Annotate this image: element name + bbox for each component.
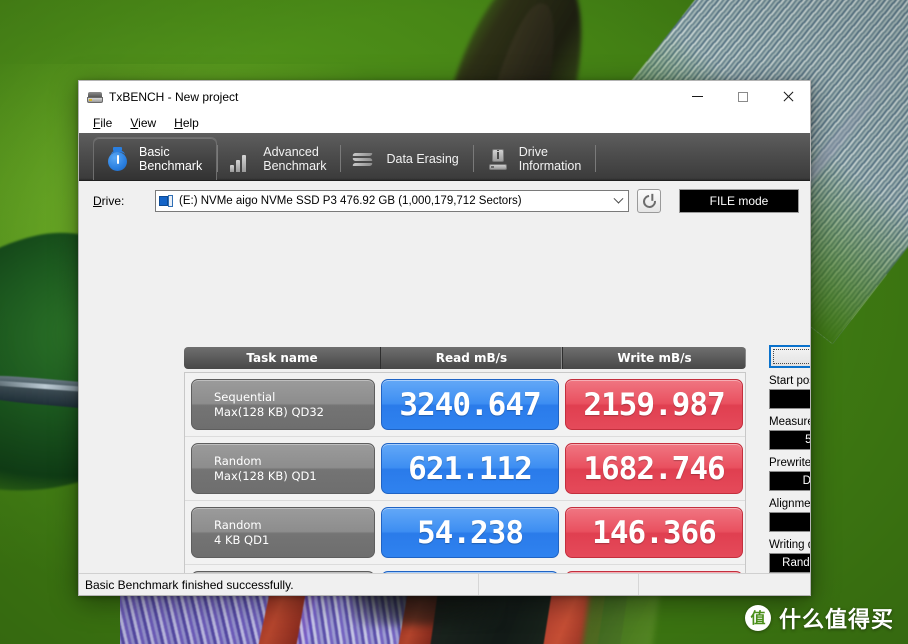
menu-help-rest: elp: [182, 115, 199, 130]
drive-label-rest: rive:: [101, 194, 125, 208]
measurement-size-value[interactable]: 512 MB: [769, 430, 810, 450]
window-title: TxBENCH - New project: [109, 89, 239, 104]
task-line-2: Max(128 KB) QD1: [214, 468, 317, 483]
results-body: Sequential Max(128 KB) QD32 3240.647 215…: [184, 372, 746, 595]
zigzag-erase-icon: [352, 146, 377, 172]
read-value-cell: 621.112: [381, 443, 559, 494]
task-line-1: Sequential: [214, 390, 276, 405]
task-name-cell: Random 4 KB QD1: [191, 507, 375, 558]
tab-drive-information[interactable]: Drive Information: [474, 137, 596, 180]
refresh-button[interactable]: [637, 189, 661, 213]
tab-advanced-benchmark[interactable]: Advanced Benchmark: [218, 137, 340, 180]
menu-item-file[interactable]: File: [85, 115, 120, 131]
start-button[interactable]: Start: [769, 345, 810, 368]
status-pane-3: [639, 574, 810, 595]
status-message: Basic Benchmark finished successfully.: [79, 574, 479, 595]
measurement-size-label: Measurement size:: [769, 416, 810, 428]
tab-data-erasing-label: Data Erasing: [386, 151, 459, 166]
menu-item-help[interactable]: Help: [166, 115, 207, 131]
watermark-logo: 值: [744, 605, 771, 631]
close-button[interactable]: [765, 82, 810, 112]
task-name-cell: Random Max(128 KB) QD1: [191, 443, 375, 494]
minimize-icon: [692, 96, 703, 97]
task-line-1: Random: [214, 454, 262, 469]
side-panel: Start Start position: 0 MB Measurement s…: [769, 345, 811, 595]
table-row: Sequential Max(128 KB) QD32 3240.647 215…: [185, 373, 745, 437]
tab-separator-4: [595, 145, 597, 172]
tab-basic-benchmark[interactable]: Basic Benchmark: [93, 137, 218, 180]
status-bar: Basic Benchmark finished successfully.: [79, 573, 810, 595]
tab-data-erasing[interactable]: Data Erasing: [341, 137, 472, 180]
start-position-label: Start position:: [769, 375, 810, 387]
tab-strip: Basic Benchmark Advanced Benchmark Data …: [79, 133, 810, 181]
column-header-task-name: Task name: [246, 351, 318, 365]
maximize-icon: [737, 91, 748, 102]
menu-item-view[interactable]: View: [122, 115, 164, 131]
bar-chart-icon: [230, 146, 254, 172]
stopwatch-icon: [106, 146, 130, 172]
watermark: 值 什么值得买: [744, 602, 894, 634]
window-body: Drive: (E:) NVMe aigo NVMe SSD P3 476.92…: [79, 181, 810, 595]
tab-drive-information-label: Drive Information: [518, 144, 582, 173]
writing-data-value[interactable]: Random number: [769, 553, 810, 573]
refresh-icon: [639, 191, 659, 211]
drive-info-icon: [486, 146, 510, 172]
drive-select-value: (E:) NVMe aigo NVMe SSD P3 476.92 GB (1,…: [179, 195, 522, 207]
drive-select[interactable]: (E:) NVMe aigo NVMe SSD P3 476.92 GB (1,…: [155, 190, 629, 212]
close-icon: [782, 91, 793, 102]
chevron-down-icon[interactable]: [613, 191, 624, 211]
alignment-label: Alignment:: [769, 498, 811, 510]
title-bar: TxBENCH - New project: [79, 81, 810, 112]
tab-basic-benchmark-label: Basic Benchmark: [139, 145, 203, 173]
results-table: Task name Read mB/s Write mB/s Sequentia…: [184, 347, 746, 595]
prewrite-value[interactable]: Disabled: [769, 471, 810, 491]
task-line-2: 4 KB QD1: [214, 532, 270, 547]
tab-advanced-benchmark-label: Advanced Benchmark: [263, 144, 327, 173]
write-value-cell: 146.366: [565, 507, 743, 558]
prewrite-label: Prewrite:: [769, 457, 811, 469]
app-drive-icon: [87, 89, 103, 105]
write-value-cell: 1682.746: [565, 443, 743, 494]
results-header-row: Task name Read mB/s Write mB/s: [184, 347, 746, 369]
alignment-value[interactable]: 4 KB: [769, 512, 810, 532]
column-header-write: Write mB/s: [562, 347, 746, 369]
column-header-read: Read mB/s: [380, 347, 562, 369]
drive-selector-row: Drive: (E:) NVMe aigo NVMe SSD P3 476.92…: [79, 181, 810, 213]
menu-view-rest: iew: [138, 115, 157, 130]
status-pane-2: [479, 574, 639, 595]
maximize-button[interactable]: [720, 82, 765, 112]
start-position-value[interactable]: 0 MB: [769, 389, 810, 409]
table-row: Random 4 KB QD1 54.238 146.366: [185, 501, 745, 565]
table-row: Random Max(128 KB) QD1 621.112 1682.746: [185, 437, 745, 501]
minimize-button[interactable]: [675, 82, 720, 112]
write-value-cell: 2159.987: [565, 379, 743, 430]
menu-bar: File View Help: [79, 112, 810, 133]
read-value-cell: 54.238: [381, 507, 559, 558]
task-line-2: Max(128 KB) QD32: [214, 404, 324, 419]
task-line-1: Random: [214, 518, 262, 533]
txbench-window: TxBENCH - New project File View Help Bas…: [78, 80, 811, 596]
watermark-text: 什么值得买: [778, 608, 894, 633]
disk-drive-icon: [159, 194, 174, 208]
task-name-cell: Sequential Max(128 KB) QD32: [191, 379, 375, 430]
focus-ring: [773, 349, 810, 364]
menu-file-rest: ile: [100, 115, 113, 130]
file-mode-button[interactable]: FILE mode: [679, 189, 799, 213]
writing-data-label: Writing data:: [769, 539, 810, 551]
drive-label: Drive:: [93, 194, 125, 208]
read-value-cell: 3240.647: [381, 379, 559, 430]
